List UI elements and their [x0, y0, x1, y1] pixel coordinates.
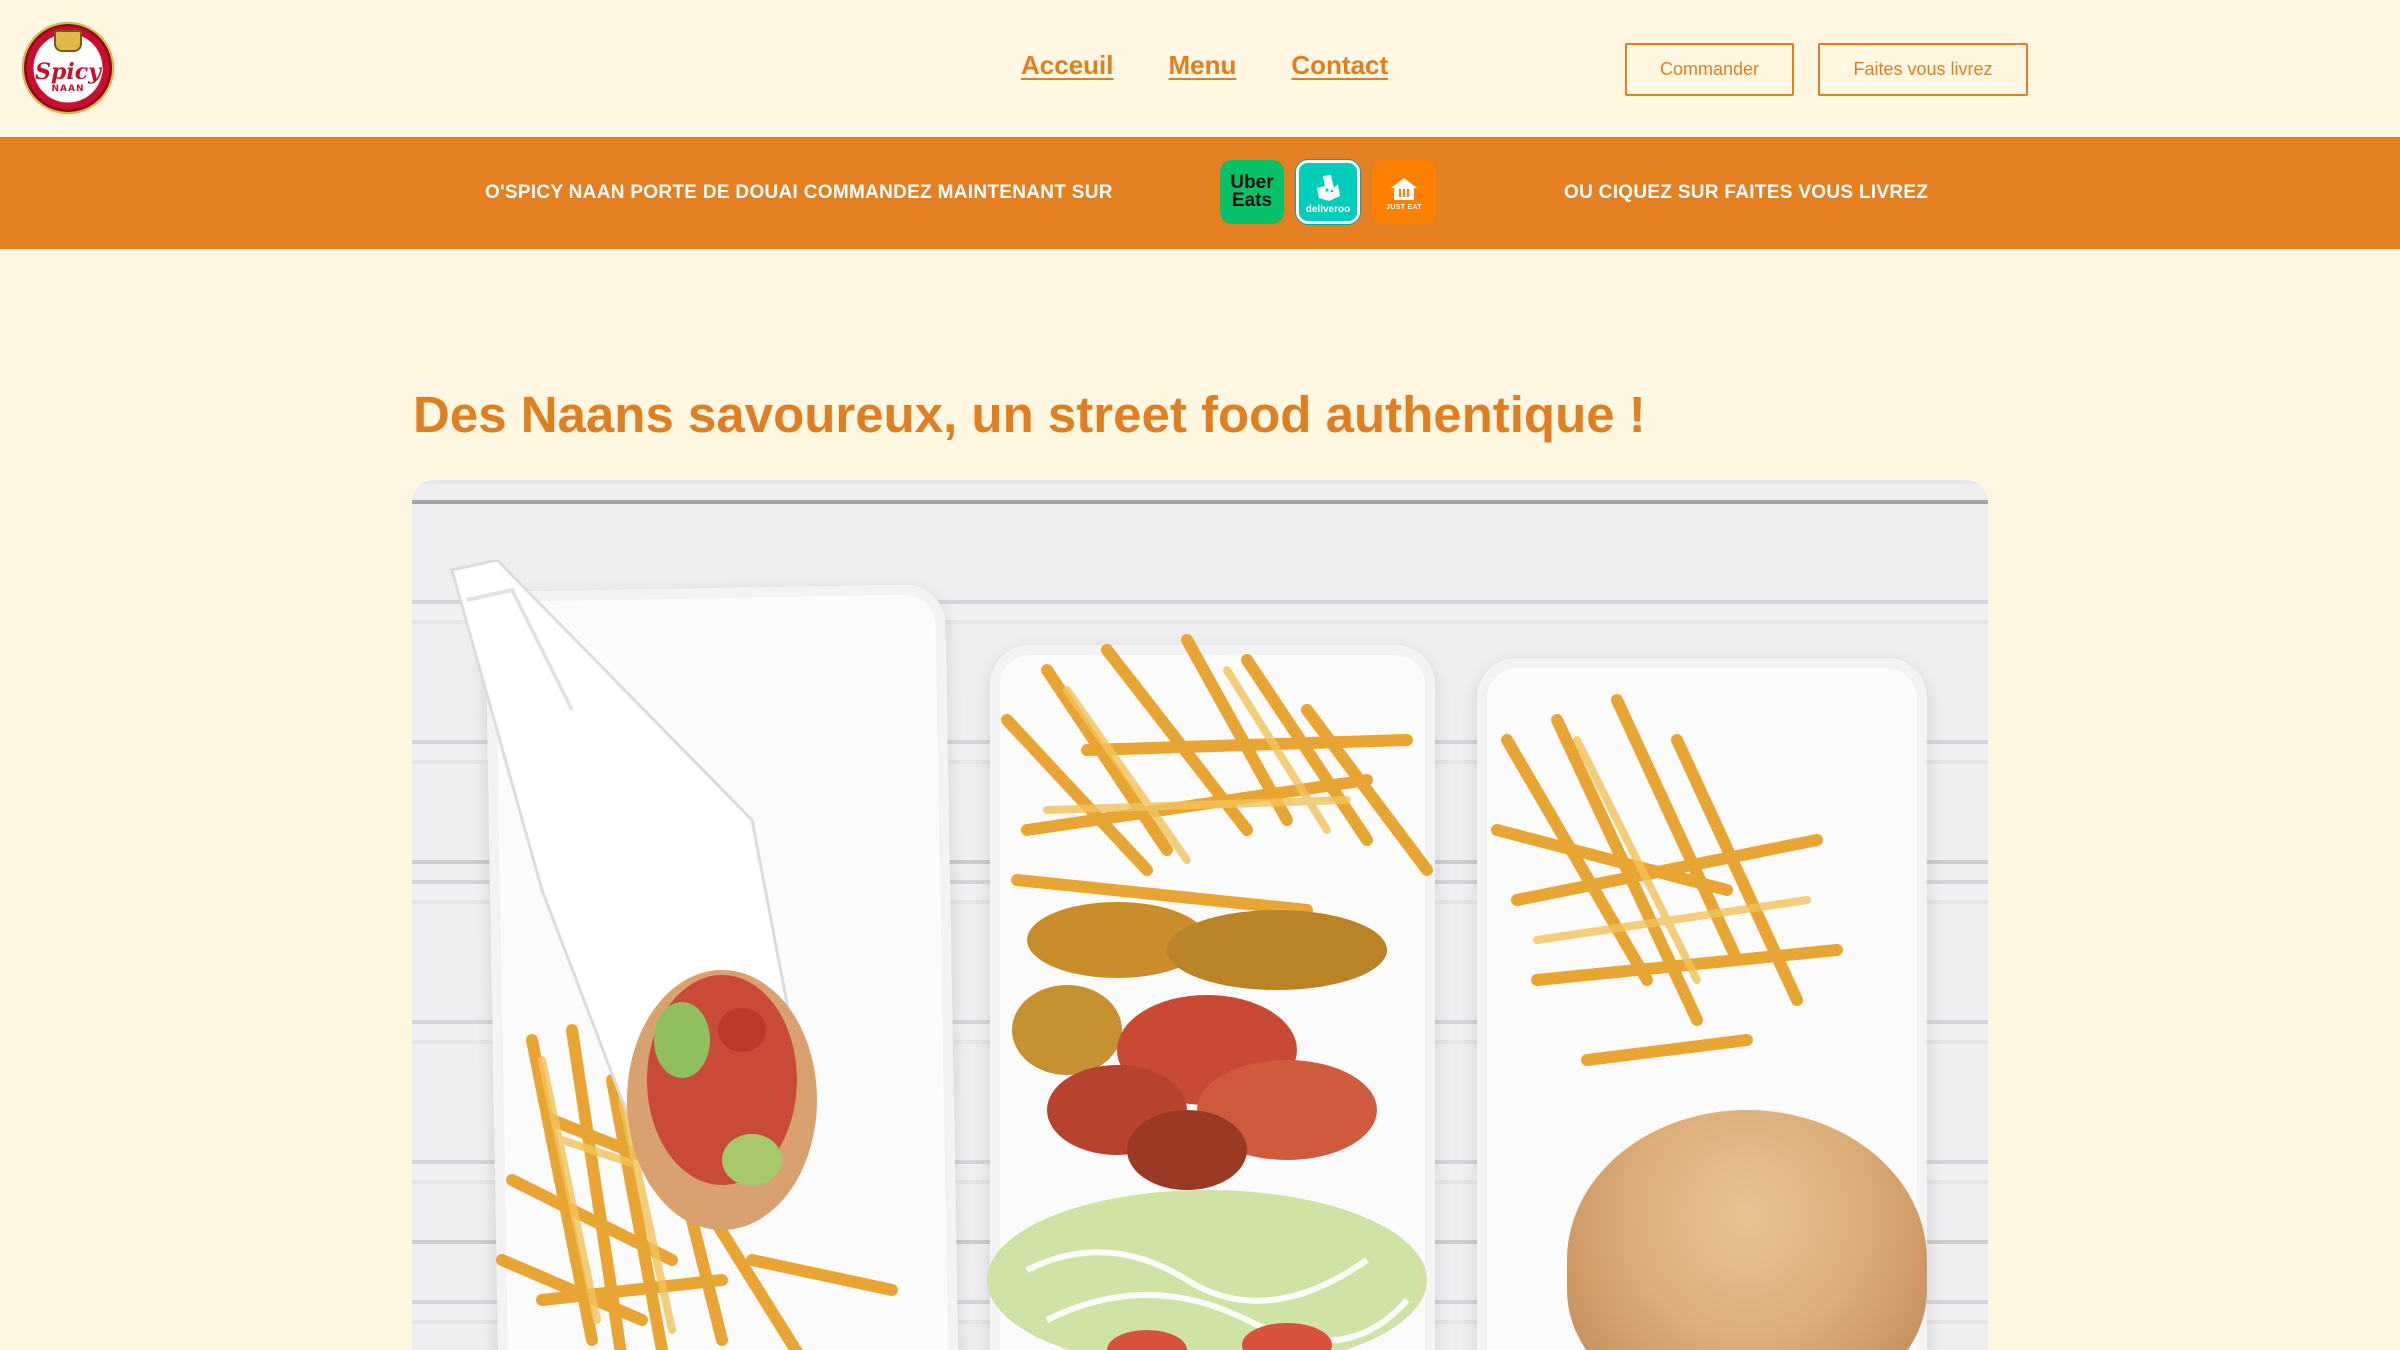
main-nav: Acceuil Menu Contact [1021, 50, 1388, 81]
top-bar: Spicy NAAN Acceuil Menu Contact Commande… [0, 0, 2400, 137]
just-eat-house-icon [1391, 177, 1417, 200]
chicken-fries-plate-image [987, 634, 1433, 1350]
spicy-naan-logo[interactable]: Spicy NAAN [22, 22, 114, 114]
order-banner: O'SPICY NAAN PORTE DE DOUAI COMMANDEZ MA… [0, 137, 2400, 249]
banner-delivery-text: OU CIQUEZ SUR FAITES VOUS LIVREZ [1564, 182, 1929, 203]
nav-link-contact[interactable]: Contact [1291, 50, 1388, 81]
naan-wrap-image [450, 560, 898, 1350]
just-eat-name: JUST EAT [1386, 203, 1422, 211]
delivery-partners: Uber Eats deliveroo JUST EAT [1220, 160, 1436, 224]
nav-link-acceuil[interactable]: Acceuil [1021, 50, 1114, 81]
board-line [412, 500, 1988, 504]
deliveroo-kangaroo-icon [1317, 174, 1340, 201]
nav-link-menu[interactable]: Menu [1169, 50, 1237, 81]
commander-button[interactable]: Commander [1625, 43, 1794, 96]
faites-vous-livrez-button[interactable]: Faites vous livrez [1818, 43, 2028, 96]
deliveroo-icon[interactable]: deliveroo [1296, 160, 1360, 224]
logo-subtext: NAAN [51, 83, 85, 94]
just-eat-icon[interactable]: JUST EAT [1372, 160, 1436, 224]
uber-eats-icon[interactable]: Uber Eats [1220, 160, 1284, 224]
hero-food-image [412, 480, 1988, 1350]
uber-eats-line2: Eats [1231, 190, 1273, 211]
logo-text: Spicy [35, 58, 101, 85]
logo-cup-icon [54, 30, 82, 52]
deliveroo-name: deliveroo [1305, 203, 1351, 215]
banner-order-text: O'SPICY NAAN PORTE DE DOUAI COMMANDEZ MA… [485, 182, 1113, 203]
page-headline: Des Naans savoureux, un street food auth… [413, 386, 1646, 443]
